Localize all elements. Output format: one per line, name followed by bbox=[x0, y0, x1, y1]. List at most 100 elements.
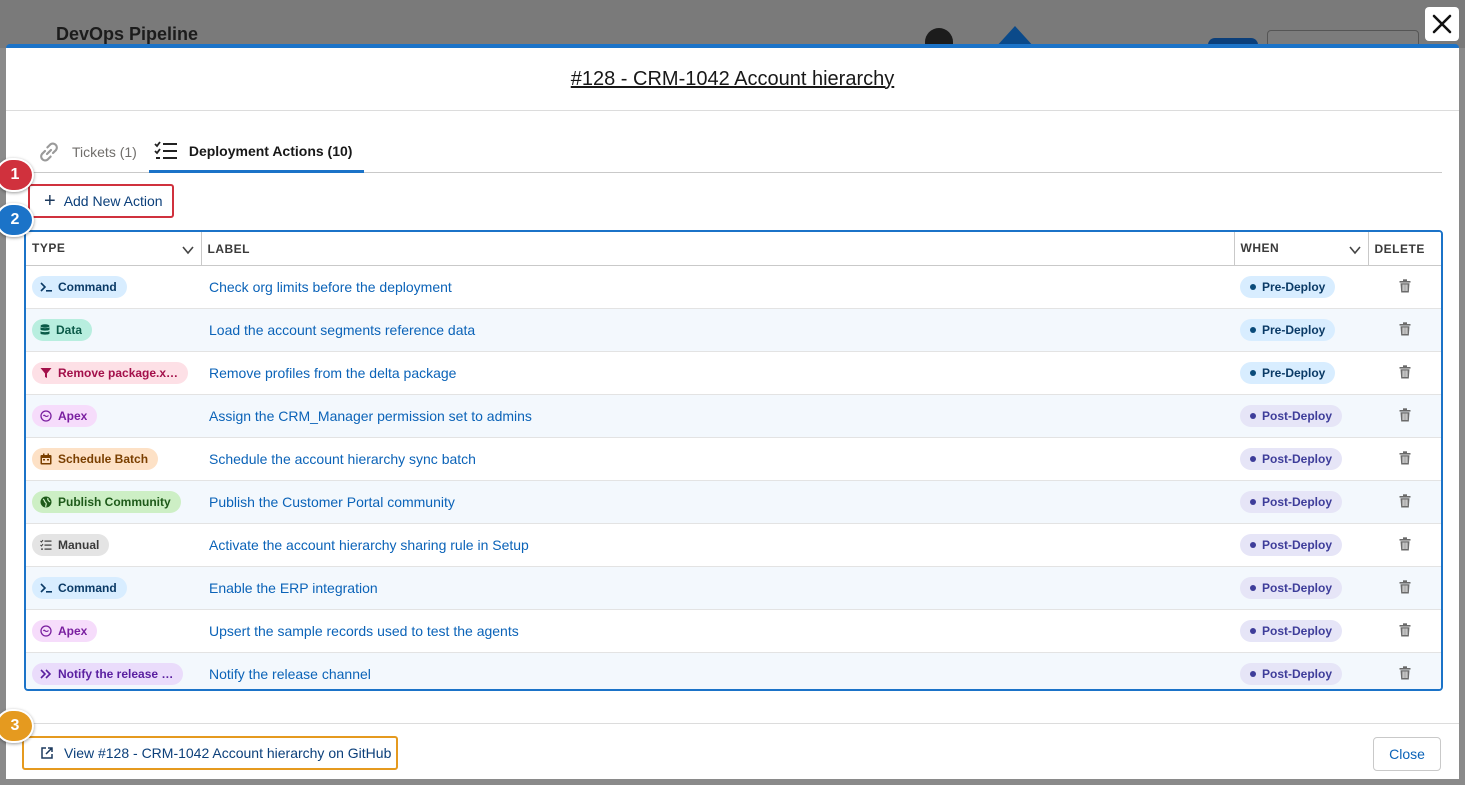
trash-icon[interactable] bbox=[1399, 665, 1411, 683]
close-button[interactable]: Close bbox=[1373, 737, 1441, 771]
trash-icon[interactable] bbox=[1399, 450, 1411, 468]
type-pill-label: Remove package.x… bbox=[58, 366, 179, 380]
status-dot-icon bbox=[1250, 499, 1256, 505]
apex-icon bbox=[40, 410, 52, 422]
trash-icon[interactable] bbox=[1399, 536, 1411, 554]
action-label-link[interactable]: Schedule the account hierarchy sync batc… bbox=[209, 451, 476, 467]
tab-deployment-actions[interactable]: Deployment Actions (10) bbox=[148, 132, 365, 173]
add-new-action-label: Add New Action bbox=[63, 193, 163, 209]
table-row: Notify the release … Notify the release c… bbox=[26, 652, 1441, 689]
when-label: Post-Deploy bbox=[1262, 538, 1333, 552]
when-label: Pre-Deploy bbox=[1262, 366, 1326, 380]
modal-close-x-button[interactable] bbox=[1425, 7, 1459, 41]
delete-cell bbox=[1368, 480, 1441, 524]
when-cell: Pre-Deploy bbox=[1234, 351, 1368, 395]
table-row: Apex Assign the CRM_Manager permission se… bbox=[26, 394, 1441, 438]
trash-icon[interactable] bbox=[1399, 278, 1411, 296]
label-cell: Activate the account hierarchy sharing r… bbox=[201, 523, 1234, 567]
when-badge: Post-Deploy bbox=[1240, 663, 1343, 685]
when-label: Post-Deploy bbox=[1262, 495, 1333, 509]
label-cell: Assign the CRM_Manager permission set to… bbox=[201, 394, 1234, 438]
trash-icon[interactable] bbox=[1399, 493, 1411, 511]
when-cell: Post-Deploy bbox=[1234, 609, 1368, 653]
table-row: Remove package.x… Remove profiles from th… bbox=[26, 351, 1441, 395]
action-label-link[interactable]: Check org limits before the deployment bbox=[209, 279, 452, 295]
tab-tickets[interactable]: Tickets (1) bbox=[32, 132, 149, 171]
trash-icon[interactable] bbox=[1399, 364, 1411, 382]
type-cell: Command bbox=[26, 265, 201, 309]
action-label-link[interactable]: Publish the Customer Portal community bbox=[209, 494, 455, 510]
label-cell: Notify the release channel bbox=[201, 652, 1234, 689]
plus-icon: + bbox=[44, 190, 56, 212]
table-row: Apex Upsert the sample records used to te… bbox=[26, 609, 1441, 653]
delete-cell bbox=[1368, 394, 1441, 438]
column-header-delete: DELETE bbox=[1368, 232, 1441, 266]
table-row: Manual Activate the account hierarchy sha… bbox=[26, 523, 1441, 567]
column-header-when-label: WHEN bbox=[1240, 240, 1280, 255]
delete-cell bbox=[1368, 523, 1441, 567]
type-pill: Schedule Batch bbox=[32, 448, 159, 470]
column-header-when[interactable]: WHEN bbox=[1234, 232, 1369, 266]
callout-badge-3-number: 3 bbox=[10, 717, 20, 734]
view-on-github-label: View #128 - CRM-1042 Account hierarchy o… bbox=[64, 745, 392, 761]
type-cell: Apex bbox=[26, 609, 201, 653]
chevron-down-icon[interactable] bbox=[1348, 243, 1362, 257]
type-cell: Remove package.x… bbox=[26, 351, 201, 395]
type-pill: Command bbox=[32, 276, 127, 298]
status-dot-icon bbox=[1250, 671, 1256, 677]
label-cell: Upsert the sample records used to test t… bbox=[201, 609, 1234, 653]
when-label: Post-Deploy bbox=[1262, 624, 1333, 638]
apex-icon bbox=[40, 625, 52, 637]
when-badge: Post-Deploy bbox=[1240, 448, 1343, 470]
action-label-link[interactable]: Assign the CRM_Manager permission set to… bbox=[209, 408, 532, 424]
delete-cell bbox=[1368, 265, 1441, 309]
status-dot-icon bbox=[1250, 327, 1256, 333]
when-label: Post-Deploy bbox=[1262, 409, 1333, 423]
label-cell: Schedule the account hierarchy sync batc… bbox=[201, 437, 1234, 481]
trash-icon[interactable] bbox=[1399, 622, 1411, 640]
type-pill: Manual bbox=[32, 534, 110, 556]
when-label: Pre-Deploy bbox=[1262, 323, 1326, 337]
add-new-action-button[interactable]: + Add New Action bbox=[28, 184, 174, 218]
type-pill: Publish Community bbox=[32, 491, 181, 513]
when-cell: Pre-Deploy bbox=[1234, 308, 1368, 352]
column-header-type[interactable]: TYPE bbox=[26, 232, 202, 266]
tab-bar: Tickets (1) Deployment Actions (10) bbox=[32, 132, 1442, 173]
delete-cell bbox=[1368, 308, 1441, 352]
database-icon bbox=[40, 324, 50, 336]
action-label-link[interactable]: Enable the ERP integration bbox=[209, 580, 378, 596]
close-icon bbox=[1432, 14, 1452, 34]
callout-badge-1-number: 1 bbox=[10, 166, 20, 183]
action-label-link[interactable]: Activate the account hierarchy sharing r… bbox=[209, 537, 529, 553]
when-badge: Pre-Deploy bbox=[1240, 276, 1336, 298]
table-row: Schedule Batch Schedule the account hiera… bbox=[26, 437, 1441, 481]
checklist-icon bbox=[154, 141, 177, 159]
when-cell: Pre-Deploy bbox=[1234, 265, 1368, 309]
trash-icon[interactable] bbox=[1399, 321, 1411, 339]
when-cell: Post-Deploy bbox=[1234, 566, 1368, 610]
trash-icon[interactable] bbox=[1399, 579, 1411, 597]
type-pill: Command bbox=[32, 577, 127, 599]
calendar-icon bbox=[40, 453, 52, 465]
delete-cell bbox=[1368, 609, 1441, 653]
when-badge: Post-Deploy bbox=[1240, 620, 1343, 642]
column-header-delete-label: DELETE bbox=[1374, 241, 1425, 256]
type-pill-label: Manual bbox=[58, 538, 100, 552]
modal-title[interactable]: #128 - CRM-1042 Account hierarchy bbox=[571, 68, 895, 91]
callout-badge-2-number: 2 bbox=[10, 211, 20, 228]
when-label: Pre-Deploy bbox=[1262, 280, 1326, 294]
label-cell: Remove profiles from the delta package bbox=[201, 351, 1234, 395]
chevron-down-icon[interactable] bbox=[181, 243, 195, 257]
view-on-github-button[interactable]: View #128 - CRM-1042 Account hierarchy o… bbox=[22, 736, 398, 770]
trash-icon[interactable] bbox=[1399, 407, 1411, 425]
type-cell: Schedule Batch bbox=[26, 437, 201, 481]
table-row: Publish Community Publish the Customer Po… bbox=[26, 480, 1441, 524]
status-dot-icon bbox=[1250, 628, 1256, 634]
action-label-link[interactable]: Load the account segments reference data bbox=[209, 322, 475, 338]
status-dot-icon bbox=[1250, 585, 1256, 591]
chevrons-right-icon bbox=[40, 669, 52, 679]
type-pill-label: Data bbox=[56, 323, 83, 337]
action-label-link[interactable]: Remove profiles from the delta package bbox=[209, 365, 456, 381]
action-label-link[interactable]: Upsert the sample records used to test t… bbox=[209, 623, 519, 639]
action-label-link[interactable]: Notify the release channel bbox=[209, 666, 371, 682]
